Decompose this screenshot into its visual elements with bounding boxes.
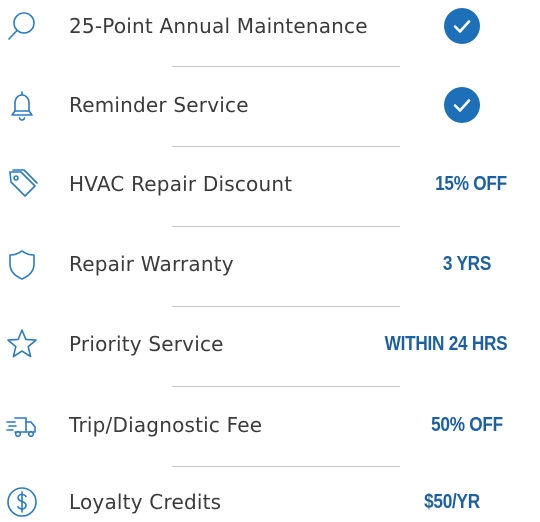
tag-icon bbox=[4, 166, 40, 202]
divider bbox=[172, 66, 400, 67]
checkmark-icon bbox=[444, 87, 480, 123]
benefit-value: WITHIN 24 HRS bbox=[384, 333, 508, 355]
shield-icon bbox=[4, 246, 40, 282]
divider bbox=[172, 306, 400, 307]
benefit-row-annual-maintenance: 25-Point Annual Maintenance bbox=[0, 6, 540, 46]
benefit-label: HVAC Repair Discount bbox=[69, 172, 293, 196]
benefit-label: Priority Service bbox=[69, 332, 224, 356]
delivery-truck-icon bbox=[4, 407, 40, 443]
benefit-label: 25-Point Annual Maintenance bbox=[69, 14, 368, 38]
benefit-row-reminder-service: Reminder Service bbox=[0, 85, 540, 125]
benefit-label: Trip/Diagnostic Fee bbox=[69, 413, 263, 437]
divider bbox=[172, 146, 400, 147]
bell-icon bbox=[4, 87, 40, 123]
benefits-list: 25-Point Annual Maintenance Reminder Ser… bbox=[0, 0, 540, 519]
benefit-value: 3 YRS bbox=[442, 253, 492, 275]
star-icon bbox=[4, 326, 40, 362]
divider bbox=[172, 386, 400, 387]
benefit-label: Reminder Service bbox=[69, 93, 249, 117]
benefit-value: $50/YR bbox=[424, 491, 480, 513]
checkmark-icon bbox=[444, 8, 480, 44]
benefit-label: Loyalty Credits bbox=[69, 490, 222, 514]
search-icon bbox=[4, 8, 40, 44]
benefit-label: Repair Warranty bbox=[69, 252, 234, 276]
benefit-value: 50% OFF bbox=[431, 414, 503, 436]
benefit-value: 15% OFF bbox=[435, 173, 507, 195]
dollar-coin-icon bbox=[4, 484, 40, 520]
benefit-row-trip-fee: Trip/Diagnostic Fee 50% OFF bbox=[0, 405, 540, 445]
benefit-row-repair-warranty: Repair Warranty 3 YRS bbox=[0, 244, 540, 284]
divider bbox=[172, 466, 400, 467]
benefit-row-loyalty-credits: Loyalty Credits $50/YR bbox=[0, 482, 540, 522]
divider bbox=[172, 226, 400, 227]
benefit-row-repair-discount: HVAC Repair Discount 15% OFF bbox=[0, 164, 540, 204]
benefit-row-priority-service: Priority Service WITHIN 24 HRS bbox=[0, 324, 540, 364]
